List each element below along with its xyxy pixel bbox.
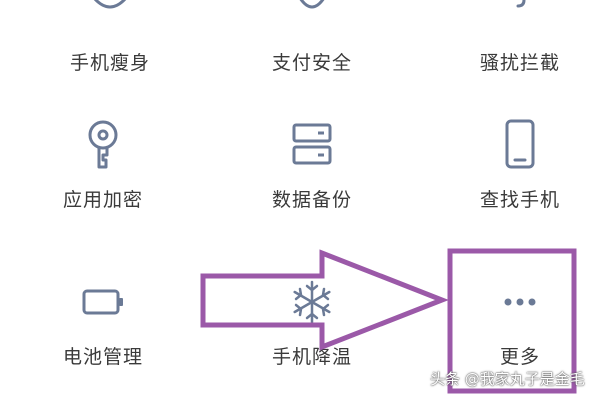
watermark: 头条 @我家丸子是金毛 xyxy=(430,370,585,388)
annotation-layer xyxy=(200,248,577,394)
annotation-arrow xyxy=(200,249,449,351)
